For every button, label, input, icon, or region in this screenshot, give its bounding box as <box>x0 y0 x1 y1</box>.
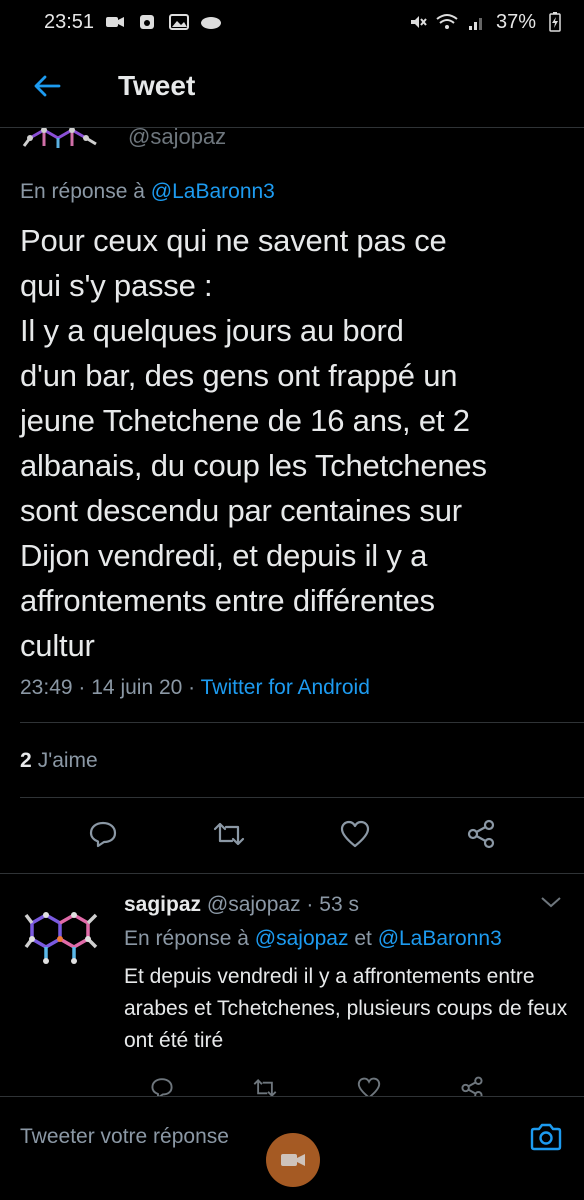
divider <box>0 873 584 874</box>
status-bar: 23:51 37% <box>0 0 584 44</box>
camera-icon <box>530 1123 562 1151</box>
mute-icon <box>406 11 428 33</box>
retweet-button[interactable] <box>209 814 249 854</box>
page-title: Tweet <box>118 69 196 101</box>
tweet-menu-button[interactable] <box>540 895 562 914</box>
tweet-source-link[interactable]: Twitter for Android <box>201 676 370 699</box>
reply-input[interactable]: Tweeter votre réponse <box>20 1125 229 1149</box>
tweet-age: 53 s <box>319 893 359 916</box>
mention-link[interactable]: @sajopaz <box>255 927 349 950</box>
mention-link[interactable]: @LaBaronn3 <box>378 927 502 950</box>
reply-tweet[interactable]: sagipaz @sajopaz · 53 s En réponse à @sa… <box>0 877 584 1092</box>
back-arrow-icon <box>34 75 61 96</box>
tweet-meta: 23:49 · 14 juin 20 · Twitter for Android <box>20 676 370 700</box>
avatar[interactable] <box>22 901 100 971</box>
tweet-date: 14 juin 20 <box>91 676 183 699</box>
app-notification-icon <box>136 11 158 33</box>
divider <box>20 797 584 798</box>
author-name[interactable]: sagipaz <box>124 893 201 916</box>
reply-prefix: En réponse à <box>124 927 249 950</box>
tweet-time: 23:49 <box>20 676 73 699</box>
tweet-text: Et depuis vendredi il y a affrontements … <box>124 965 568 1052</box>
share-icon <box>467 819 495 849</box>
likes-label: J'aime <box>37 749 98 772</box>
tweet-text: Pour ceux qui ne savent pas ce qui s'y p… <box>20 223 487 663</box>
author-handle[interactable]: @sajopaz <box>128 128 226 150</box>
screen-recorder-button[interactable] <box>266 1133 320 1187</box>
meta-separator: · <box>78 676 86 699</box>
tweet-actions <box>0 814 584 854</box>
likes-count: 2 <box>20 749 32 772</box>
battery-percent: 37% <box>495 10 536 33</box>
likes-count-link[interactable]: 2 J'aime <box>20 749 98 773</box>
cloud-icon <box>200 11 222 33</box>
wifi-icon <box>436 11 458 33</box>
app-header: Tweet <box>0 44 584 128</box>
back-button[interactable] <box>0 44 94 128</box>
battery-charging-icon <box>544 11 566 33</box>
status-time: 23:51 <box>44 10 95 33</box>
reply-icon <box>89 821 117 848</box>
avatar[interactable] <box>20 128 104 152</box>
conjunction: et <box>354 927 372 950</box>
heart-icon <box>340 820 370 848</box>
mention-link[interactable]: @LaBaronn3 <box>151 180 275 203</box>
author-handle[interactable]: @sajopaz <box>207 893 301 916</box>
share-button[interactable] <box>461 814 501 854</box>
gallery-icon <box>168 11 190 33</box>
main-tweet-author[interactable]: @sajopaz <box>20 128 580 158</box>
retweet-icon <box>213 822 245 846</box>
like-button[interactable] <box>335 814 375 854</box>
video-call-icon <box>104 11 126 33</box>
meta-separator: · <box>188 676 196 699</box>
reply-prefix: En réponse à <box>20 180 145 203</box>
signal-icon <box>466 11 488 33</box>
reply-context: En réponse à @LaBaronn3 <box>20 180 275 204</box>
meta-separator: · <box>306 893 314 916</box>
chevron-down-icon <box>541 897 561 908</box>
reply-context: En réponse à @sajopaz et @LaBaronn3 <box>124 927 502 951</box>
camera-button[interactable] <box>524 1115 568 1159</box>
reply-author-line: sagipaz @sajopaz · 53 s <box>124 893 359 917</box>
reply-button[interactable] <box>83 814 123 854</box>
divider <box>20 722 584 723</box>
reply-composer: Tweeter votre réponse <box>0 1096 584 1200</box>
video-camera-icon <box>281 1154 305 1166</box>
